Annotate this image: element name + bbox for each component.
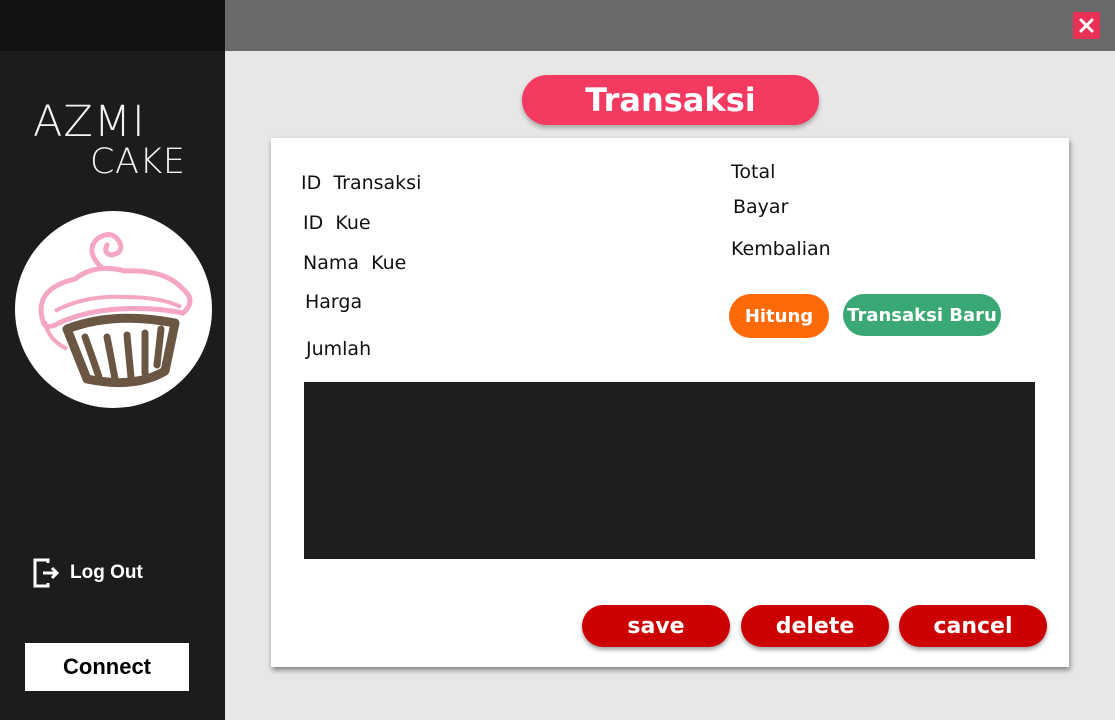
- cupcake-logo: [15, 211, 212, 408]
- label-total: Total: [731, 161, 776, 183]
- transaction-table[interactable]: [304, 382, 1035, 559]
- close-icon: [1079, 18, 1094, 33]
- close-button[interactable]: [1073, 12, 1100, 39]
- logout-button[interactable]: Log Out: [32, 557, 143, 589]
- sidebar: AZMI CAKE Log Out Connect: [0, 0, 225, 720]
- cancel-button[interactable]: cancel: [899, 605, 1047, 647]
- sidebar-header: [0, 0, 225, 51]
- save-button[interactable]: save: [582, 605, 730, 647]
- label-id-transaksi: ID Transaksi: [301, 172, 422, 194]
- delete-button[interactable]: delete: [741, 605, 889, 647]
- label-nama-kue: Nama Kue: [303, 252, 407, 274]
- logout-icon: [33, 558, 60, 588]
- title-bar: [225, 0, 1115, 51]
- logout-label: Log Out: [70, 562, 143, 583]
- page-title: Transaksi: [522, 75, 819, 125]
- cupcake-icon: [38, 232, 193, 388]
- label-harga: Harga: [305, 291, 363, 313]
- hitung-button[interactable]: Hitung: [729, 294, 829, 338]
- label-id-kue: ID Kue: [303, 212, 371, 234]
- transaksi-baru-button[interactable]: Transaksi Baru: [843, 294, 1001, 336]
- label-jumlah: Jumlah: [306, 338, 372, 360]
- connect-button[interactable]: Connect: [25, 643, 189, 691]
- brand-subtitle: CAKE: [90, 142, 186, 182]
- transaction-panel: ID Transaksi ID Kue Nama Kue Harga Jumla…: [271, 138, 1069, 667]
- label-bayar: Bayar: [733, 196, 789, 218]
- label-kembalian: Kembalian: [731, 238, 831, 260]
